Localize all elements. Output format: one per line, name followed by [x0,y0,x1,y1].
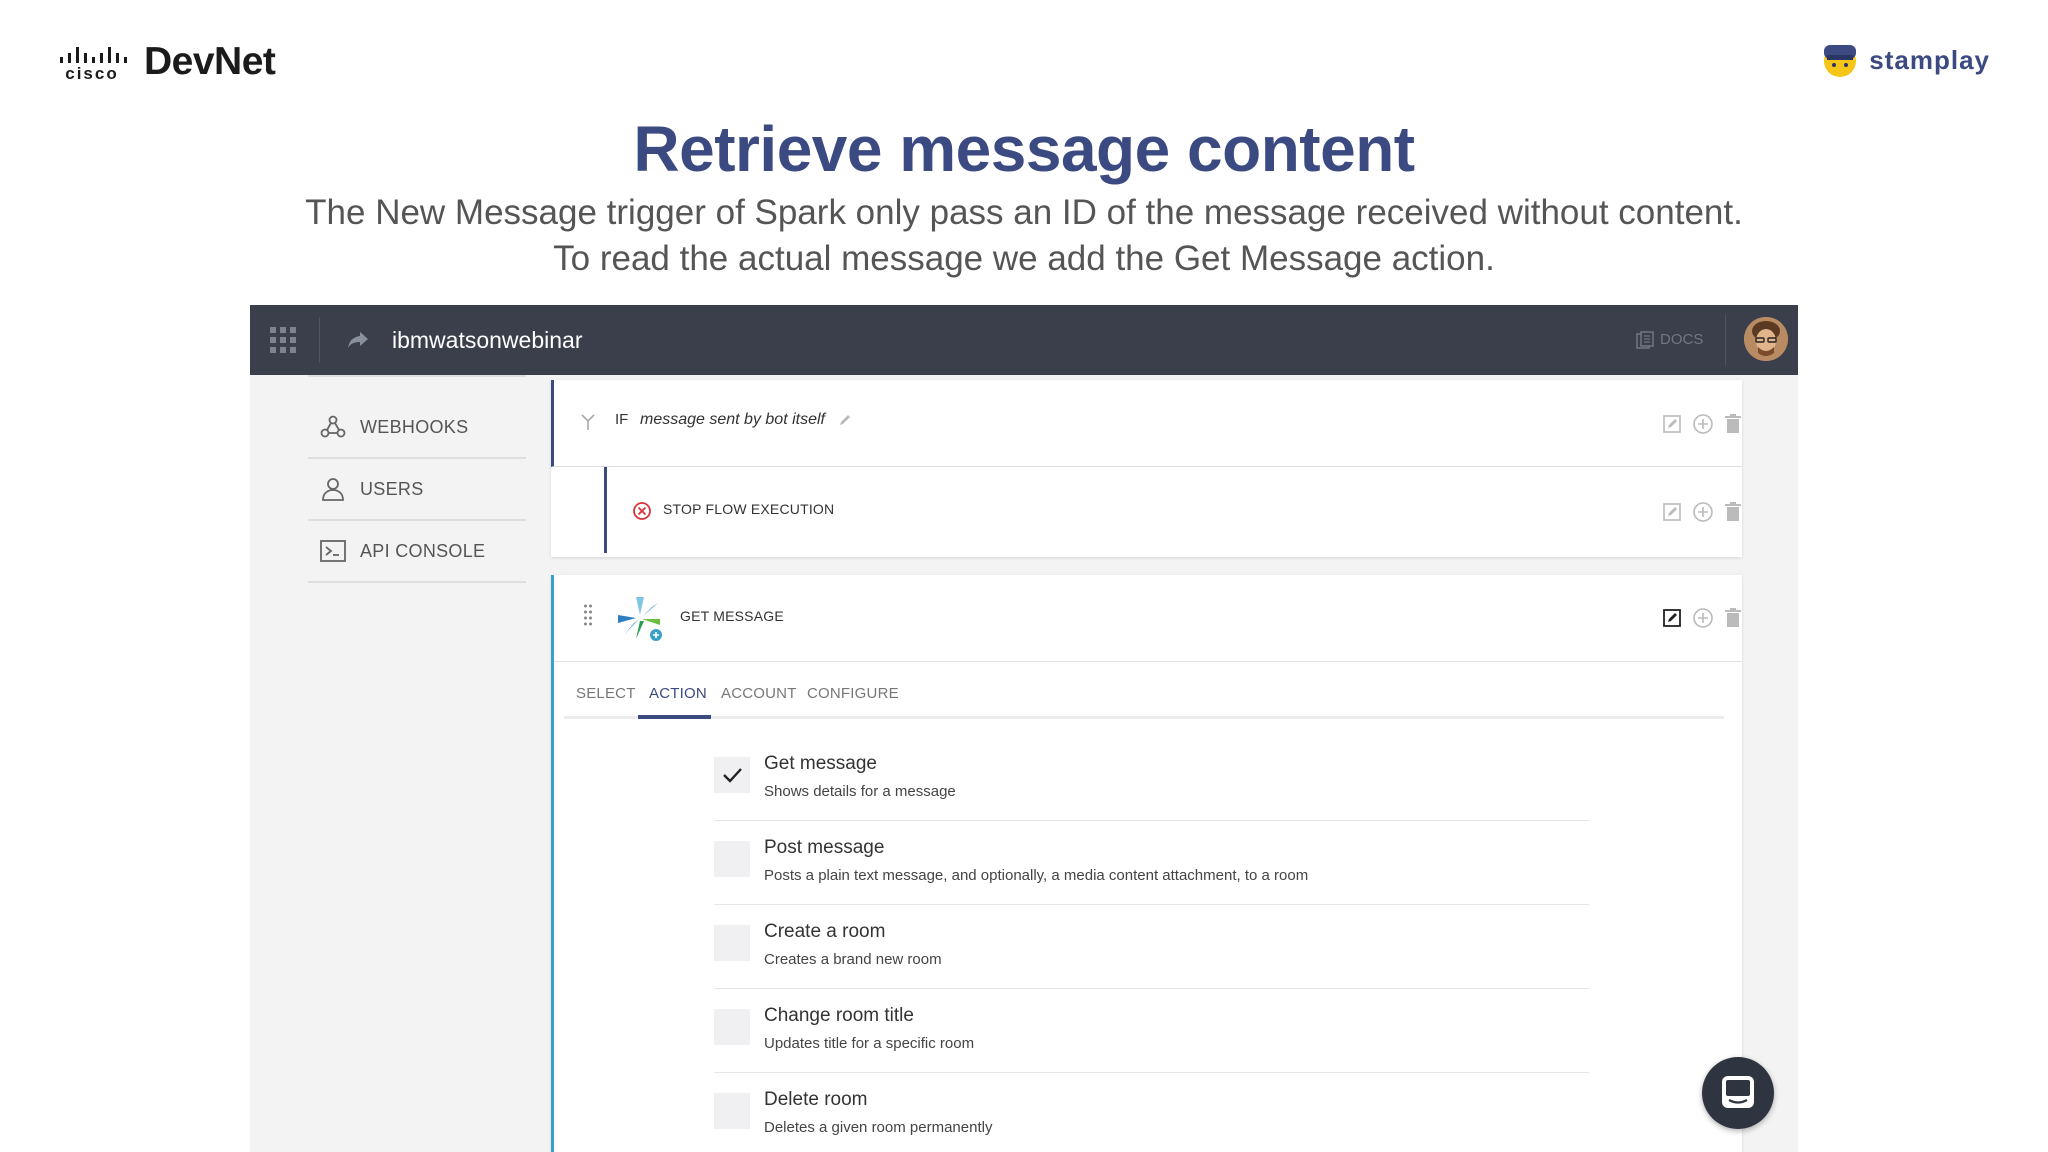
sidebar-item-label: API CONSOLE [360,540,486,561]
action-option-post-message[interactable]: Post message Posts a plain text message,… [714,821,1589,905]
add-circle-icon[interactable] [1692,501,1714,523]
devnet-wordmark: DevNet [144,40,276,83]
grid-icon[interactable] [270,327,296,353]
trash-icon[interactable] [1724,414,1742,434]
row-actions [1662,501,1742,523]
option-title: Create a room [764,921,886,942]
action-option-delete-room[interactable]: Delete room Deletes a given room permane… [714,1073,1589,1152]
edit-icon[interactable] [1662,414,1682,434]
sidebar-item-webhooks[interactable]: WEBHOOKS [308,397,526,459]
docs-icon [1636,331,1654,349]
stop-icon [633,502,651,520]
docs-link[interactable]: DOCS [1636,305,1703,375]
stamplay-mascot-icon [1824,45,1857,77]
divider [319,317,320,363]
option-checkbox[interactable] [714,1093,750,1129]
edit-icon[interactable] [1662,502,1682,522]
sidebar-item-api-console[interactable]: API CONSOLE [308,521,526,583]
stop-flow-inner: STOP FLOW EXECUTION [604,467,1745,553]
action-option-create-room[interactable]: Create a room Creates a brand new room [714,905,1589,989]
option-title: Delete room [764,1089,868,1110]
add-circle-icon[interactable] [1692,607,1714,629]
webhooks-icon [320,415,346,438]
option-checkbox[interactable] [714,757,750,793]
stamplay-logo: stamplay [1819,38,1990,82]
tab-select[interactable]: SELECT [576,671,636,716]
tab-configure[interactable]: CONFIGURE [807,671,899,716]
slide-title: Retrieve message content [633,113,1415,185]
pencil-icon[interactable] [838,413,852,427]
stamplay-wordmark: stamplay [1869,44,1990,75]
drag-handle-icon[interactable] [583,604,593,626]
cisco-wordmark: cisco [65,64,118,81]
option-description: Deletes a given room permanently [764,1119,993,1136]
share-arrow-icon[interactable] [346,327,370,351]
app-window: ibmwatsonwebinar DOCS WEBHOOKS USERS API… [250,305,1798,1152]
option-checkbox[interactable] [714,1009,750,1045]
sidebar-item-users[interactable]: USERS [308,459,526,521]
active-tab-indicator [638,715,711,719]
tab-track [564,716,1724,719]
action-option-get-message[interactable]: Get message Shows details for a message [714,737,1589,821]
cisco-devnet-logo: cisco DevNet [58,38,276,86]
option-description: Shows details for a message [764,783,956,800]
option-description: Updates title for a specific room [764,1035,975,1052]
option-title: Get message [764,753,877,774]
get-message-title: GET MESSAGE [680,608,784,624]
add-circle-icon[interactable] [1692,413,1714,435]
console-icon [320,540,346,562]
sidebar-item-label: USERS [360,478,424,499]
option-title: Change room title [764,1005,914,1026]
divider [1725,315,1726,365]
get-message-header[interactable]: GET MESSAGE [554,575,1742,662]
option-title: Post message [764,837,885,858]
divider [308,375,526,377]
app-name[interactable]: ibmwatsonwebinar [392,305,582,375]
option-description: Posts a plain text message, and optional… [764,867,1309,884]
trash-icon[interactable] [1724,608,1742,628]
slide-subtitle: The New Message trigger of Spark only pa… [305,193,1743,278]
stop-flow-label: STOP FLOW EXECUTION [663,501,835,517]
checkmark-icon [723,768,742,783]
row-actions [1662,413,1742,435]
get-message-card: GET MESSAGE SELECT ACTION ACCOUNT CONFIG… [551,575,1742,1152]
if-condition-text: message sent by bot itself [640,411,825,428]
tab-account[interactable]: ACCOUNT [721,671,797,716]
cisco-logo-icon: cisco [58,47,134,83]
cisco-spark-icon [618,597,662,641]
sidebar-item-label: WEBHOOKS [360,416,469,437]
stop-flow-row[interactable]: STOP FLOW EXECUTION [551,467,1742,557]
chat-button[interactable] [1702,1057,1774,1129]
if-keyword: IF [615,411,629,428]
user-avatar[interactable] [1744,317,1788,361]
edit-icon[interactable] [1662,608,1682,628]
if-condition-row[interactable]: IF message sent by bot itself [551,380,1742,467]
user-icon [322,478,344,501]
trash-icon[interactable] [1724,502,1742,522]
action-option-change-room-title[interactable]: Change room title Updates title for a sp… [714,989,1589,1073]
branch-icon [581,414,595,430]
docs-label: DOCS [1660,331,1704,348]
option-checkbox[interactable] [714,925,750,961]
row-actions [1662,607,1742,629]
top-bar: ibmwatsonwebinar DOCS [250,305,1798,375]
option-checkbox[interactable] [714,841,750,877]
chat-icon [1722,1076,1754,1108]
option-description: Creates a brand new room [764,951,942,968]
tab-action[interactable]: ACTION [649,671,707,716]
